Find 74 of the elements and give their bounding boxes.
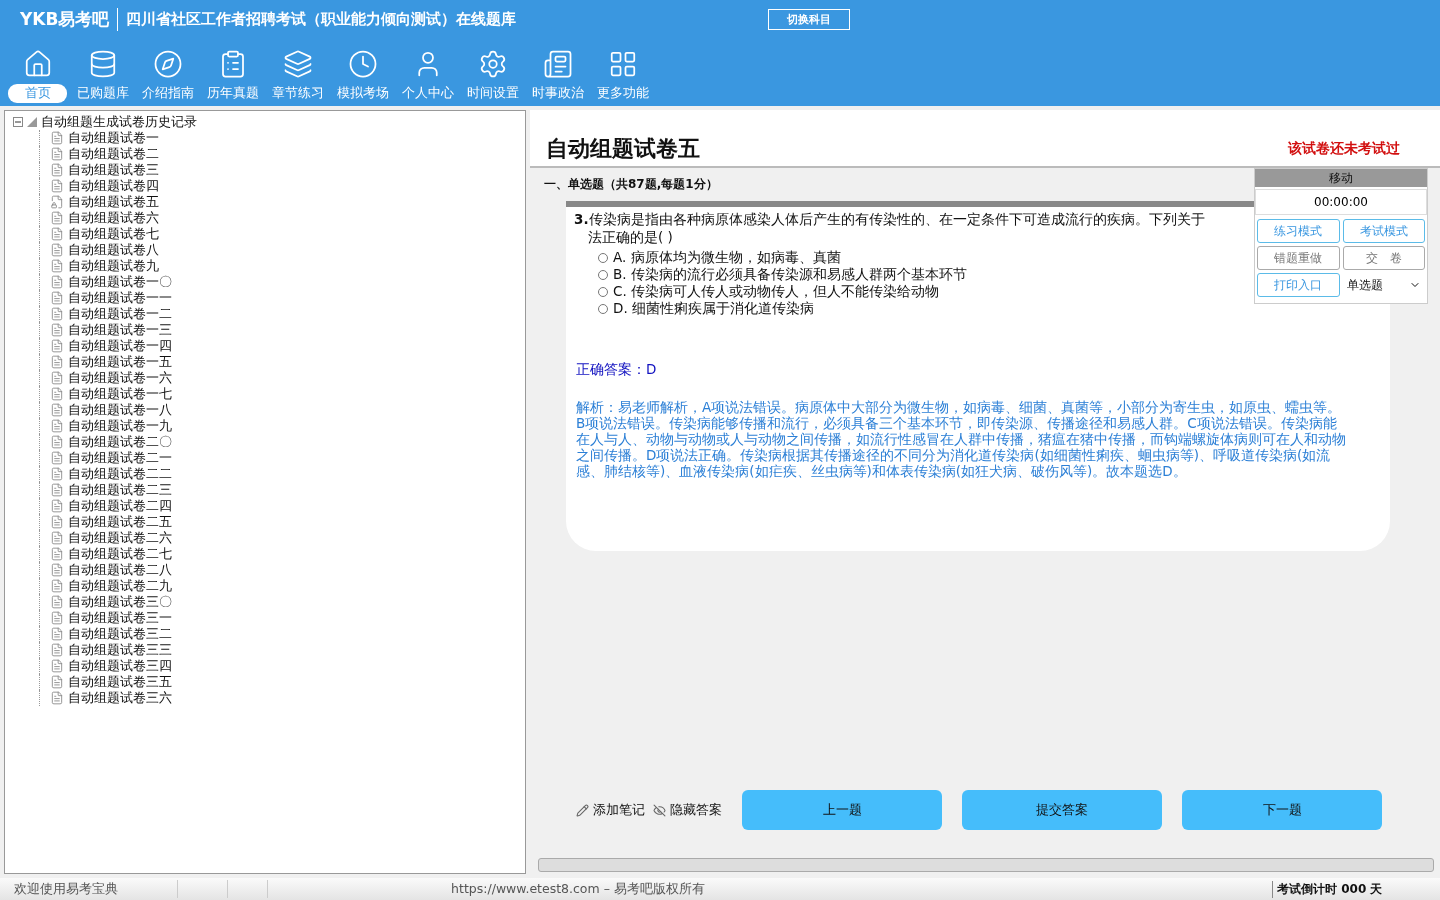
layers-icon[interactable] bbox=[282, 48, 313, 80]
tree-item[interactable]: 自动组题试卷一三 bbox=[68, 321, 172, 339]
panel-title[interactable]: 移动 bbox=[1255, 169, 1427, 187]
welcome-text: 欢迎使用易考宝典 bbox=[0, 880, 178, 898]
tree-item[interactable]: 自动组题试卷一二 bbox=[68, 305, 172, 323]
tree-item[interactable]: 自动组题试卷八 bbox=[68, 241, 159, 259]
collapse-toggle[interactable] bbox=[13, 117, 23, 127]
tree-item[interactable]: 自动组题试卷一四 bbox=[68, 337, 172, 355]
triangle-icon bbox=[27, 117, 37, 127]
radio-button[interactable] bbox=[598, 269, 608, 280]
tree-item[interactable]: 自动组题试卷六 bbox=[68, 209, 159, 227]
tree-item[interactable]: 自动组题试卷三四 bbox=[68, 657, 172, 675]
radio-button[interactable] bbox=[598, 252, 608, 263]
tool-link[interactable]: 隐藏答案 bbox=[670, 801, 722, 819]
tree-item[interactable]: 自动组题试卷二八 bbox=[68, 561, 172, 579]
option-label[interactable]: A. 病原体均为微生物，如病毒、真菌 bbox=[613, 248, 841, 267]
option-label[interactable]: B. 传染病的流行必须具备传染源和易感人群两个基本环节 bbox=[613, 265, 967, 284]
radio-button[interactable] bbox=[598, 303, 608, 314]
option-label[interactable]: C. 传染病可人传人或动物传人，但人不能传染给动物 bbox=[613, 282, 939, 301]
tree-item[interactable]: 自动组题试卷三二 bbox=[68, 625, 172, 643]
type-dropdown[interactable]: 单选题 bbox=[1342, 273, 1425, 297]
correct-answer: 正确答案：D bbox=[576, 361, 658, 379]
compass-icon[interactable] bbox=[152, 48, 183, 80]
tree-item[interactable]: 自动组题试卷一六 bbox=[68, 369, 172, 387]
question-text: 法正确的是( ) bbox=[587, 229, 673, 247]
nav-button[interactable]: 提交答案 bbox=[962, 790, 1162, 830]
radio-button[interactable] bbox=[598, 286, 608, 297]
eye-off-icon[interactable] bbox=[653, 803, 666, 817]
tree-item[interactable]: 自动组题试卷三五 bbox=[68, 673, 172, 691]
answer-analysis: 解析：易老师解析，A项说法错误。病原体中大部分为微生物，如病毒、细菌、真菌等，小部分为寄生虫，如原虫、蠕虫等。B项说法错误。传染病能够传播和流行，必须具备三个基本环节，即传染源、传播途径和易感人群。C项说法错误。传染病能在人与人、动物与动物或人与动物之间传播，如流行性感冒在人群中传播，猪瘟在猪中传播，而钩端螺旋体病则可在人和动物之间传播。D项说法正确。传染病根据其传播途径的不同分为消化道传染病(如细菌性痢疾、蛔虫病等)、呼吸道传染病(如流感、肺结核等)、血液传染病(如疟疾、丝虫病等)和体表传染病(如狂犬病、破伤风等)。故本题选D。 bbox=[576, 399, 1347, 479]
logo: YKB易考吧 bbox=[20, 7, 119, 31]
tree-item[interactable]: 自动组题试卷二五 bbox=[68, 513, 172, 531]
tree-item[interactable]: 自动组题试卷二四 bbox=[68, 497, 172, 515]
tree-item[interactable]: 自动组题试卷一九 bbox=[68, 417, 172, 435]
tree-item[interactable]: 自动组题试卷二二 bbox=[68, 465, 172, 483]
tree-item[interactable]: 自动组题试卷一七 bbox=[68, 385, 172, 403]
horizontal-scrollbar[interactable] bbox=[538, 858, 1434, 872]
paper-status: 该试卷还未考试过 bbox=[1288, 140, 1400, 158]
tree-item[interactable]: 自动组题试卷九 bbox=[68, 257, 159, 275]
tree-item[interactable]: 自动组题试卷二六 bbox=[68, 529, 172, 547]
newspaper-icon[interactable] bbox=[542, 48, 573, 80]
section-heading: 一、单选题（共87题,每题1分） bbox=[543, 176, 719, 193]
tree-item[interactable]: 自动组题试卷三〇 bbox=[68, 593, 172, 611]
copyright-text: https://www.etest8.com – 易考吧版权所有 bbox=[450, 880, 706, 898]
tool-link[interactable]: 添加笔记 bbox=[593, 801, 645, 819]
tree-item[interactable]: 自动组题试卷二 bbox=[68, 145, 159, 163]
nav-button[interactable]: 下一题 bbox=[1182, 790, 1382, 830]
tree-item[interactable]: 自动组题试卷一 bbox=[68, 129, 159, 147]
paper-title: 自动组题试卷五 bbox=[546, 135, 700, 163]
app-title: 四川省社区工作者招聘考试（职业能力倾向测试）在线题库 bbox=[126, 9, 518, 29]
tree-item[interactable]: 自动组题试卷三六 bbox=[68, 689, 172, 707]
tree-item[interactable]: 自动组题试卷二九 bbox=[68, 577, 172, 595]
nav-button[interactable]: 上一题 bbox=[742, 790, 942, 830]
tree-item[interactable]: 自动组题试卷一一 bbox=[68, 289, 172, 307]
tree-item[interactable]: 自动组题试卷一八 bbox=[68, 401, 172, 419]
tree-item[interactable]: 自动组题试卷七 bbox=[68, 225, 159, 243]
question-text: 3.传染病是指由各种病原体感染人体后产生的有传染性的、在一定条件下可造成流行的疾病。下列关于 bbox=[574, 211, 1205, 229]
option-label[interactable]: D. 细菌性痢疾属于消化道传染病 bbox=[613, 299, 814, 318]
pencil-icon[interactable] bbox=[576, 803, 589, 817]
tree-item[interactable]: 自动组题试卷二七 bbox=[68, 545, 172, 563]
tree-item[interactable]: 自动组题试卷三一 bbox=[68, 609, 172, 627]
tree-item[interactable]: 自动组题试卷一五 bbox=[68, 353, 172, 371]
tree-item[interactable]: 自动组题试卷二一 bbox=[68, 449, 172, 467]
clock-icon[interactable] bbox=[347, 48, 378, 80]
tree-item[interactable]: 自动组题试卷三三 bbox=[68, 641, 172, 659]
tree-root[interactable]: 自动组题生成试卷历史记录 bbox=[41, 113, 197, 131]
tree-item[interactable]: 自动组题试卷四 bbox=[68, 177, 159, 195]
tree-item[interactable]: 自动组题试卷三 bbox=[68, 161, 159, 179]
countdown-text: 考试倒计时 000 天 bbox=[1272, 880, 1440, 898]
tree-item[interactable]: 自动组题试卷二〇 bbox=[68, 433, 172, 451]
tree-item[interactable]: 自动组题试卷二三 bbox=[68, 481, 172, 499]
tree-item[interactable]: 自动组题试卷五 bbox=[68, 193, 159, 211]
timer: 00:00:00 bbox=[1255, 189, 1427, 215]
tree-item[interactable]: 自动组题试卷一〇 bbox=[68, 273, 172, 291]
